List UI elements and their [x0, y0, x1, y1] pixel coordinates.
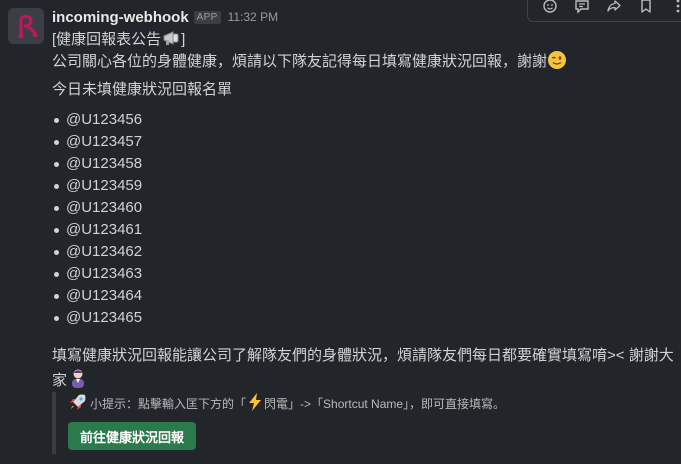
announcement-title-text: [健康回報表公告	[52, 31, 162, 48]
user-mention[interactable]: @U123457	[66, 131, 142, 153]
go-to-health-report-button[interactable]: 前往健康狀況回報	[68, 422, 197, 450]
list-item: @U123461	[52, 219, 142, 241]
emoji-reaction-icon[interactable]	[541, 0, 559, 15]
bullet-icon	[54, 139, 59, 145]
intro-text: 公司關心各位的身體健康，煩請以下隊友記得每日填寫健康狀況回報，謝謝	[52, 53, 548, 70]
user-mention[interactable]: @U123460	[66, 197, 142, 219]
bullet-icon	[54, 161, 59, 167]
user-mention[interactable]: @U123459	[66, 175, 142, 197]
user-mention[interactable]: @U123464	[66, 285, 142, 307]
reply-thread-icon[interactable]	[573, 0, 591, 15]
intro-text-line: 公司關心各位的身體健康，煩請以下隊友記得每日填寫健康狀況回報，謝謝	[52, 50, 567, 76]
user-mention[interactable]: @U123462	[66, 241, 142, 263]
rocket-icon	[68, 392, 88, 415]
list-item: @U123457	[52, 131, 142, 153]
user-list: @U123456 @U123457 @U123458 @U123459 @U12…	[52, 109, 142, 329]
user-mention[interactable]: @U123458	[66, 153, 142, 175]
list-item: @U123465	[52, 307, 142, 329]
bullet-icon	[54, 183, 59, 189]
user-mention[interactable]: @U123456	[66, 109, 142, 131]
user-mention[interactable]: @U123463	[66, 263, 142, 285]
share-icon[interactable]	[605, 0, 623, 15]
avatar[interactable]	[8, 8, 44, 44]
bullet-icon	[54, 249, 59, 255]
bullet-icon	[54, 315, 59, 321]
bullet-icon	[54, 293, 59, 299]
list-item: @U123464	[52, 285, 142, 307]
hint-suffix: 閃電」->「Shortcut Name」，即可直接填寫。	[264, 396, 506, 411]
list-item: @U123460	[52, 197, 142, 219]
list-item: @U123463	[52, 263, 142, 285]
attachment-block: 小提示：點擊輸入匡下方的「 閃電」->「Shortcut Name」，即可直接填…	[52, 392, 656, 454]
outro-text-block: 填寫健康狀況回報能讓公司了解隊友們的身體狀況，煩請隊友們每日都要確實填寫唷>< …	[52, 345, 677, 396]
list-item: @U123456	[52, 109, 142, 131]
outro-text: 填寫健康狀況回報能讓公司了解隊友們的身體狀況，煩請隊友們每日都要確實填寫唷>< …	[52, 347, 674, 389]
bullet-icon	[54, 117, 59, 123]
bullet-icon	[54, 205, 59, 211]
winking-face-icon	[547, 50, 567, 76]
list-item: @U123459	[52, 175, 142, 197]
bookmark-icon[interactable]	[637, 0, 655, 15]
bullet-icon	[54, 271, 59, 277]
app-badge: APP	[193, 10, 221, 24]
user-mention[interactable]: @U123465	[66, 307, 142, 329]
user-mention[interactable]: @U123461	[66, 219, 142, 241]
bullet-icon	[54, 227, 59, 233]
lightning-icon	[246, 392, 264, 415]
sender-name[interactable]: incoming-webhook	[52, 9, 189, 26]
message-container: incoming-webhook APP 11:32 PM [健康回報表公告 ]…	[0, 0, 681, 464]
announcement-title-close: ]	[181, 31, 186, 48]
list-item: @U123458	[52, 153, 142, 175]
timestamp[interactable]: 11:32 PM	[228, 10, 278, 24]
list-item: @U123462	[52, 241, 142, 263]
message-actions-toolbar	[527, 0, 681, 22]
hint-line: 小提示：點擊輸入匡下方的「 閃電」->「Shortcut Name」，即可直接填…	[68, 392, 505, 414]
message-header: incoming-webhook APP 11:32 PM	[52, 8, 278, 26]
list-heading: 今日未填健康狀況回報名單	[52, 81, 233, 98]
hint-prefix: 小提示：點擊輸入匡下方的「	[90, 396, 247, 411]
more-icon[interactable]	[669, 0, 681, 15]
